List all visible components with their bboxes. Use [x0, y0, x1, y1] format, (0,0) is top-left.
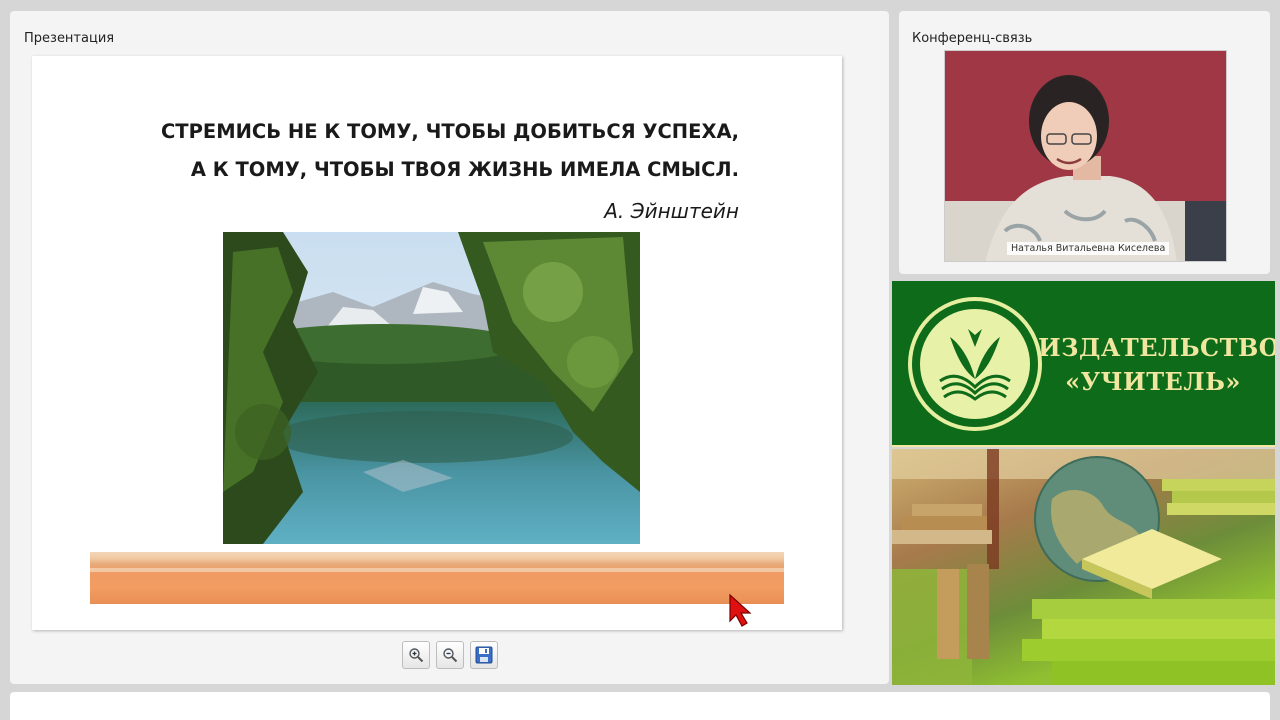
- banner-header: ИЗДАТЕЛЬСТВО «УЧИТЕЛЬ»: [892, 281, 1275, 447]
- zoom-in-icon: [409, 648, 424, 663]
- publisher-name-line-1: ИЗДАТЕЛЬСТВО: [1038, 333, 1275, 362]
- zoom-out-icon: [443, 648, 458, 663]
- zoom-in-button[interactable]: [402, 641, 430, 669]
- book-logo-icon: [939, 329, 1011, 401]
- presentation-panel: Презентация СТРЕМИСЬ НЕ К ТОМУ, ЧТОБЫ ДО…: [10, 11, 889, 684]
- save-icon: [475, 646, 493, 664]
- quote-author: А. Эйнштейн: [604, 199, 739, 223]
- slide-toolbar: [402, 641, 498, 669]
- slide-canvas: СТРЕМИСЬ НЕ К ТОМУ, ЧТОБЫ ДОБИТЬСЯ УСПЕХ…: [32, 56, 842, 630]
- zoom-out-button[interactable]: [436, 641, 464, 669]
- publisher-logo: [908, 297, 1042, 431]
- bottom-panel: [10, 692, 1270, 720]
- quote-line-1: СТРЕМИСЬ НЕ К ТОМУ, ЧТОБЫ ДОБИТЬСЯ УСПЕХ…: [160, 120, 739, 143]
- conference-title: Конференц-связь: [912, 31, 1033, 46]
- participant-video[interactable]: Наталья Витальевна Киселева: [944, 50, 1227, 262]
- wood-plank-decoration: [90, 552, 784, 604]
- presentation-title: Презентация: [24, 31, 115, 46]
- banner-books-image: [892, 449, 1275, 685]
- lake-photo: [223, 232, 640, 544]
- quote-line-2: А К ТОМУ, ЧТОБЫ ТВОЯ ЖИЗНЬ ИМЕЛА СМЫСЛ.: [190, 158, 739, 181]
- participant-name: Наталья Витальевна Киселева: [1007, 242, 1170, 255]
- save-button[interactable]: [470, 641, 498, 669]
- mouse-pointer-icon: [729, 593, 752, 627]
- publisher-name-line-2: «УЧИТЕЛЬ»: [1065, 367, 1241, 396]
- conference-panel: Конференц-связь Наталья Витальевна Кисел…: [899, 11, 1270, 274]
- publisher-banner: ИЗДАТЕЛЬСТВО «УЧИТЕЛЬ»: [892, 281, 1275, 685]
